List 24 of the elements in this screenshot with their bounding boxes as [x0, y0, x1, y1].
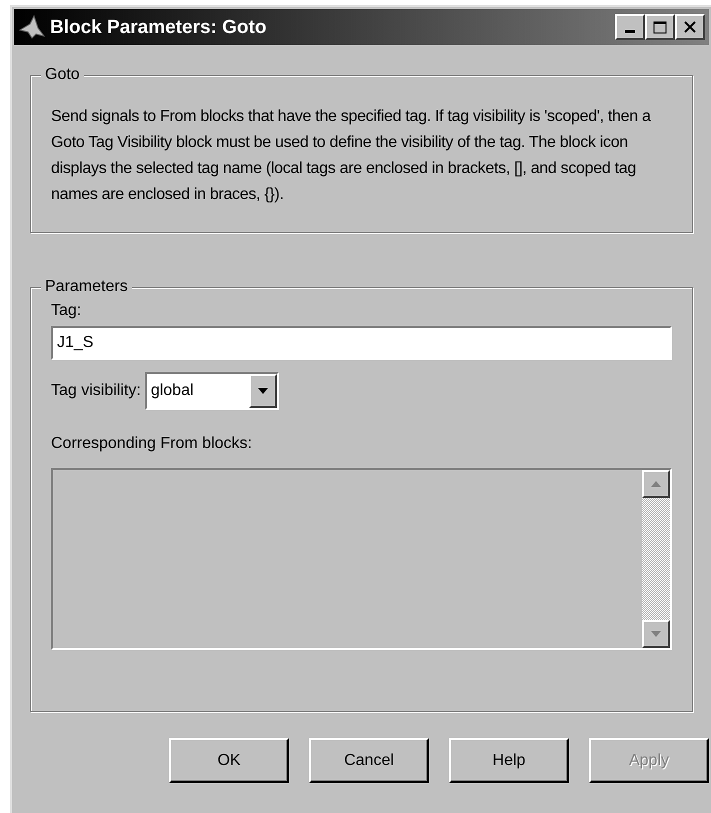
scroll-up-button[interactable] [642, 470, 670, 498]
dialog-button[interactable]: OK [169, 738, 289, 783]
minimize-icon [625, 30, 635, 33]
window-title: Block Parameters: Goto [50, 18, 266, 36]
caret-up-icon [651, 481, 661, 487]
caret-down-icon [651, 631, 661, 637]
dialog-button[interactable]: Cancel [309, 738, 429, 783]
dropdown-arrow-button[interactable] [248, 374, 277, 408]
close-icon [684, 21, 696, 33]
tag-input-field[interactable]: J1_S [51, 326, 672, 360]
maximize-icon [653, 20, 667, 34]
description-text: Send signals to From blocks that have the specified tag. If tag visibility is 'scoped', then a Goto Tag Visibility block must be used to define the visibility of the tag. The block icon displays the selected tag name (local tags are enclosed in brackets, [], and scoped tag names are enclosed in braces, {}). [51, 107, 652, 205]
caret-down-icon [258, 388, 268, 394]
tag-label: Tag: [51, 301, 82, 321]
from-blocks-label: Corresponding From blocks: [51, 434, 252, 454]
dialog-button[interactable]: Help [449, 738, 569, 783]
scroll-down-button[interactable] [642, 620, 670, 648]
dropdown-value: global [150, 381, 195, 401]
tag-visibility-dropdown[interactable]: global [144, 372, 279, 410]
maximize-button[interactable] [645, 14, 675, 40]
tag-visibility-label: Tag visibility: [51, 381, 141, 401]
close-button[interactable] [675, 14, 705, 40]
minimize-button[interactable] [615, 14, 645, 40]
app-logo-icon [18, 14, 46, 40]
